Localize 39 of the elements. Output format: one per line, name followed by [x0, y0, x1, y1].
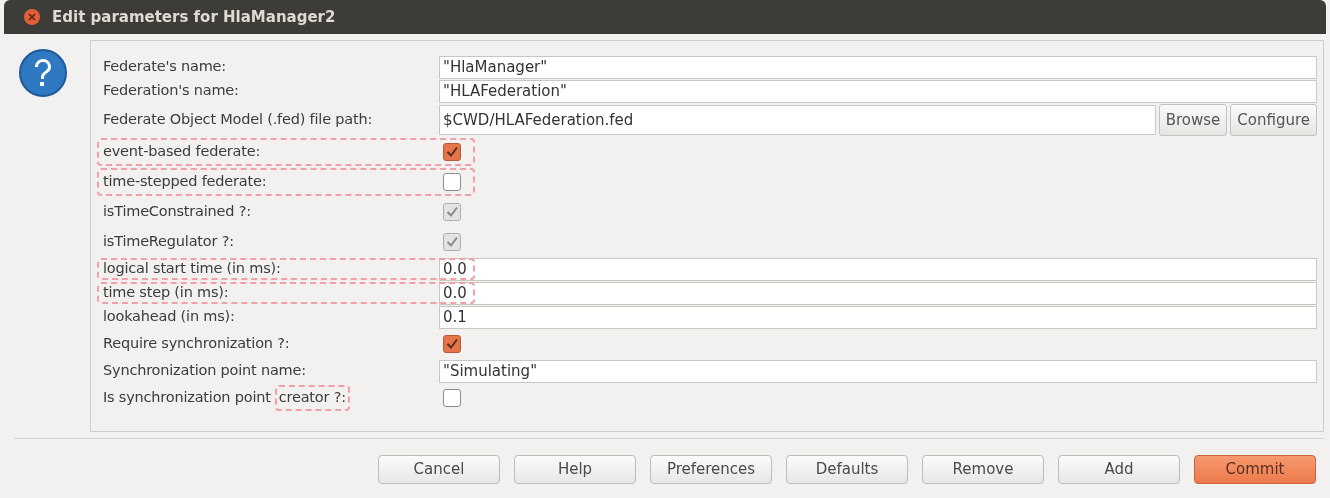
dialog-button[interactable]: Remove	[922, 455, 1044, 484]
file-button[interactable]: Configure	[1230, 104, 1317, 136]
input-field[interactable]: "HlaManager"	[439, 55, 1317, 79]
close-icon[interactable]	[24, 9, 40, 25]
checkbox[interactable]	[443, 143, 461, 161]
field-label: Federate's name:	[103, 57, 226, 77]
checkbox[interactable]	[443, 173, 461, 191]
check-icon	[446, 338, 458, 350]
field-label: time step (in ms):	[103, 283, 229, 303]
dialog-button[interactable]: Add	[1058, 455, 1180, 484]
checkbox[interactable]	[443, 389, 461, 407]
field-label: isTimeRegulator ?:	[103, 232, 234, 252]
question-icon	[18, 48, 68, 98]
field-label: Federation's name:	[103, 81, 239, 101]
input-field[interactable]: $CWD/HLAFederation.fed	[439, 105, 1156, 135]
dialog-button[interactable]: Preferences	[650, 455, 772, 484]
field-label: Federate Object Model (.fed) file path:	[103, 110, 373, 130]
highlighted-label: creator ?:	[274, 385, 350, 411]
field-label: logical start time (in ms):	[103, 259, 281, 279]
window-title: Edit parameters for HlaManager2	[52, 6, 336, 28]
input-field[interactable]: 0.0	[439, 281, 1317, 305]
input-field[interactable]: "HLAFederation"	[439, 79, 1317, 103]
field-label: Synchronization point name:	[103, 361, 306, 381]
commit-button[interactable]: Commit	[1194, 455, 1316, 484]
field-label: event-based federate:	[103, 142, 261, 162]
check-icon	[446, 146, 458, 158]
dialog-button[interactable]: Defaults	[786, 455, 908, 484]
field-label: lookahead (in ms):	[103, 307, 235, 327]
input-field[interactable]: 0.1	[439, 305, 1317, 329]
dialog-button[interactable]: Help	[514, 455, 636, 484]
file-button[interactable]: Browse	[1158, 104, 1228, 136]
input-field[interactable]: 0.0	[439, 257, 1317, 281]
dialog-button[interactable]: Cancel	[378, 455, 500, 484]
input-field[interactable]: "Simulating"	[439, 359, 1317, 383]
checkbox[interactable]	[443, 335, 461, 353]
field-label: time-stepped federate:	[103, 172, 267, 192]
field-label: Is synchronization point	[103, 388, 271, 408]
field-label: Require synchronization ?:	[103, 334, 290, 354]
field-label: isTimeConstrained ?:	[103, 202, 251, 222]
